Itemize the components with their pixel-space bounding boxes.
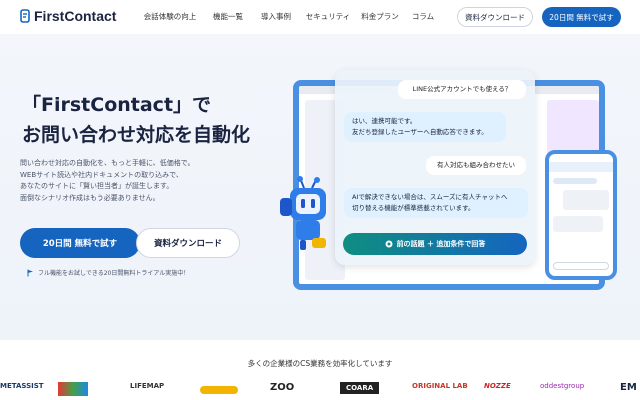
- follow-up-button[interactable]: 前の話題 ＋ 追加条件で回答: [343, 233, 527, 255]
- chat-bot-text: AIで解決できない場合は、スムーズに有人チャットへ: [352, 193, 508, 201]
- hero-title: 「FirstContact」で お問い合わせ対応を自動化: [22, 90, 250, 150]
- client-logo: METASSIST: [0, 382, 44, 390]
- hero-desc-line: 問い合わせ対応の自動化を、もっと手軽に、低価格で。: [20, 159, 195, 167]
- logo[interactable]: FirstContact: [20, 8, 116, 24]
- client-logo: NOZZE: [484, 382, 511, 390]
- menu-item-conversation[interactable]: 会話体験の向上: [135, 11, 205, 22]
- nav-trial-button[interactable]: 20日間 無料で試す: [542, 7, 621, 27]
- menu-item-column[interactable]: コラム: [405, 11, 441, 22]
- client-logo: COARA: [340, 382, 380, 394]
- chat-user-message: LINE公式アカウントでも使える？: [398, 80, 526, 99]
- trial-note-text: フル機能をお試しできる20日間無料トライアル実施中！: [38, 270, 190, 277]
- trial-note: フル機能をお試しできる20日間無料トライアル実施中！: [27, 268, 189, 277]
- phone-header: [549, 162, 613, 172]
- chat-bot-text: 友だち登録したユーザーへ自動応答できます。: [352, 128, 488, 136]
- hero-title-line1: 「FirstContact」で: [22, 94, 212, 116]
- hero-description: 問い合わせ対応の自動化を、もっと手軽に、低価格で。 WEBサイト読込や社内ドキュ…: [20, 158, 195, 204]
- phone-bubble: [553, 216, 603, 232]
- hero-trial-button[interactable]: 20日間 無料で試す: [20, 228, 140, 258]
- hero-document-button[interactable]: 資料ダウンロード: [136, 228, 240, 258]
- client-logo: ORIGINAL LAB: [412, 382, 468, 390]
- hero-desc-line: WEBサイト読込や社内ドキュメントの取り込みで、: [20, 170, 183, 179]
- main-menu: 会話体験の向上 機能一覧 導入事例 セキュリティ 料金プラン コラム: [135, 11, 441, 22]
- client-logos: METASSIST LIFEMAP ZOO COARA ORIGINAL LAB…: [0, 382, 640, 400]
- menu-item-security[interactable]: セキュリティ: [301, 11, 355, 22]
- nav-document-button[interactable]: 資料ダウンロード: [457, 7, 533, 27]
- clients-title: 多くの企業様のCS業務を効率化しています: [247, 359, 393, 368]
- chat-bot-text: はい、連携可能です。: [352, 117, 417, 125]
- flag-icon: [27, 269, 33, 276]
- follow-up-label: 前の話題 ＋ 追加条件で回答: [396, 240, 486, 248]
- client-logo: EM: [620, 382, 637, 393]
- robot-mascot-icon: [280, 176, 326, 250]
- hero-title-line2: お問い合わせ対応を自動化: [22, 124, 251, 146]
- chat-bot-text: 切り替える機能が標準搭載されています。: [352, 204, 475, 212]
- logo-text: FirstContact: [34, 8, 117, 24]
- client-logo: LIFEMAP: [130, 382, 165, 390]
- chat-user-message: 有人対応も組み合わせたい: [426, 156, 526, 175]
- menu-item-features[interactable]: 機能一覧: [205, 11, 251, 22]
- chat-bot-message: はい、連携可能です。 友だち登録したユーザーへ自動応答できます。: [344, 112, 506, 142]
- client-logo: oddestgroup: [540, 382, 585, 390]
- logo-icon: [20, 9, 30, 23]
- client-logo: [200, 386, 238, 394]
- menu-item-cases[interactable]: 導入事例: [251, 11, 301, 22]
- hero-desc-line: あなたのサイトに「賢い担当者」が誕生します。: [20, 182, 174, 190]
- phone-bubble: [563, 190, 609, 210]
- client-logo: ZOO: [270, 382, 295, 393]
- client-logo: [58, 382, 88, 396]
- chat-icon: [385, 240, 393, 248]
- phone-mockup: [545, 150, 617, 280]
- hero-desc-line: 面倒なシナリオ作成はもう必要ありません。: [20, 193, 160, 202]
- top-nav: FirstContact 会話体験の向上 機能一覧 導入事例 セキュリティ 料金…: [0, 0, 640, 34]
- phone-bubble: [553, 178, 597, 184]
- menu-item-pricing[interactable]: 料金プラン: [355, 11, 405, 22]
- phone-input: [553, 262, 609, 270]
- chat-bot-message: AIで解決できない場合は、スムーズに有人チャットへ 切り替える機能が標準搭載され…: [344, 188, 528, 218]
